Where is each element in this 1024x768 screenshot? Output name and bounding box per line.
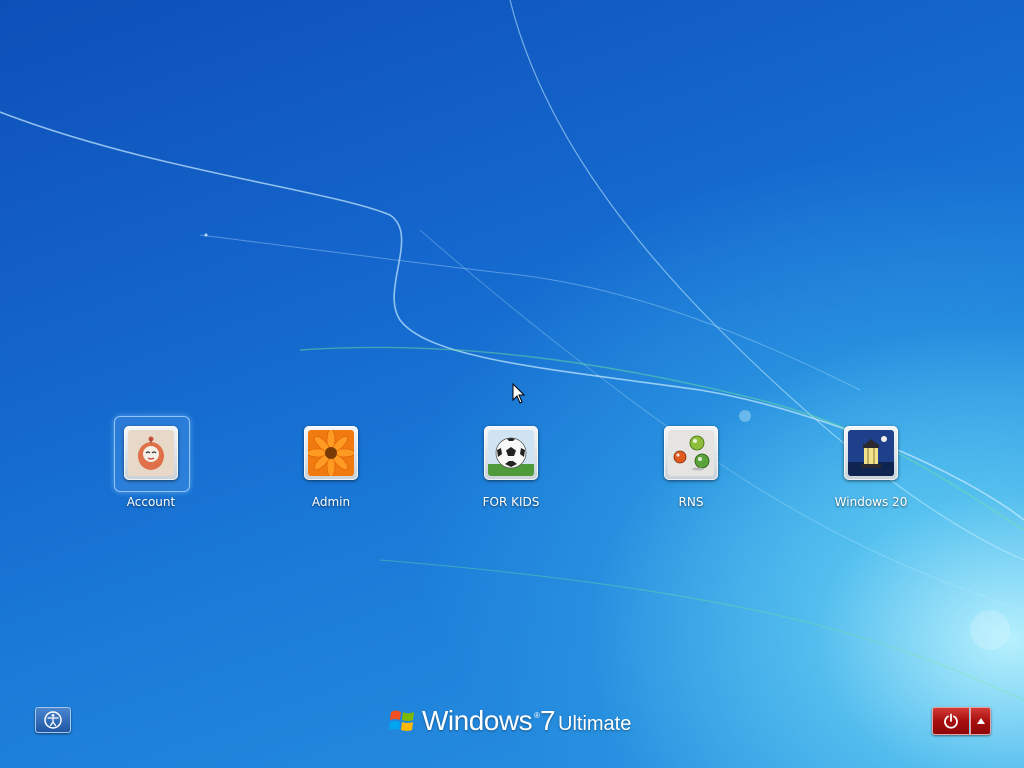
user-tile-admin[interactable]: Admin — [271, 418, 391, 518]
ease-of-access-button[interactable] — [35, 707, 71, 733]
brand-edition: Ultimate — [558, 713, 632, 735]
brand-word: Windows — [422, 705, 533, 736]
user-name-label: FOR KIDS — [482, 495, 540, 509]
orange-flower-picture — [308, 430, 354, 476]
user-picture-frame — [484, 426, 538, 480]
marbles-picture — [668, 430, 714, 476]
user-picture-frame — [124, 426, 178, 480]
mouse-pointer-icon — [512, 383, 526, 404]
user-name-label: Admin — [311, 495, 351, 509]
user-tile-windows-20[interactable]: Windows 20 — [811, 418, 931, 518]
windows-flag-icon — [389, 710, 414, 731]
cartoon-character-picture — [128, 430, 174, 476]
up-arrow-icon — [977, 718, 985, 724]
user-name-label: RNS — [678, 495, 704, 509]
user-tile-for-kids[interactable]: FOR KIDS — [451, 418, 571, 518]
lighthouse-picture — [848, 430, 894, 476]
user-tile-rns[interactable]: RNS — [631, 418, 751, 518]
user-tile-account[interactable]: Account — [91, 416, 211, 518]
windows-branding: Windows ® 7 Ultimate — [388, 702, 648, 742]
user-picture-frame — [664, 426, 718, 480]
brand-version: 7 — [540, 705, 556, 736]
user-picture-frame — [844, 426, 898, 480]
user-picture-frame — [304, 426, 358, 480]
user-name-label: Account — [126, 495, 176, 509]
user-name-label: Windows 20 — [834, 495, 908, 509]
soccer-ball-picture — [488, 430, 534, 476]
ease-of-access-icon — [44, 711, 62, 729]
shut-down-options-button[interactable] — [970, 708, 990, 734]
shut-down-button[interactable] — [933, 708, 969, 734]
power-button-group — [932, 707, 991, 735]
power-icon — [944, 713, 958, 729]
